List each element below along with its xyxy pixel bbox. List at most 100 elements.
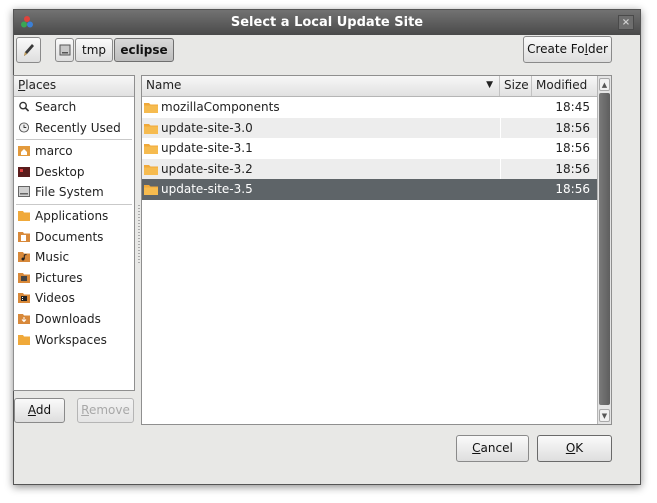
file-row[interactable]: update-site-3.0 18:56: [142, 117, 597, 139]
create-folder-label-post: der: [587, 42, 608, 56]
places-item-label: Desktop: [35, 164, 85, 179]
places-item-file-system[interactable]: File System: [14, 182, 134, 203]
file-name-cell: update-site-3.5: [142, 179, 502, 200]
type-location-toggle-button[interactable]: [16, 37, 41, 63]
places-item-videos[interactable]: Videos: [14, 288, 134, 309]
places-item-recently-used[interactable]: Recently Used: [14, 118, 134, 139]
pane-resize-handle[interactable]: [138, 205, 140, 265]
places-item-label: Workspaces: [35, 332, 107, 347]
path-scroll-left-button[interactable]: [55, 38, 74, 62]
file-rows: mozillaComponents 18:45 update-site-3.0 …: [142, 97, 597, 200]
places-separator: [16, 139, 132, 141]
places-item-label: Applications: [35, 208, 109, 223]
places-sidebar: Places Search Recently Used marco Deskto…: [13, 75, 135, 391]
cancel-label: ancel: [480, 441, 513, 455]
folder-icon: [144, 123, 158, 134]
file-list: Name ▼ Size Modified mozillaComponents 18…: [141, 75, 612, 425]
file-modified: 18:56: [555, 141, 590, 156]
desktop-icon: [18, 166, 30, 177]
folder-icon: [144, 144, 158, 155]
places-separator: [16, 203, 132, 205]
file-name: update-site-3.5: [161, 182, 253, 197]
path-button-eclipse[interactable]: eclipse: [114, 38, 174, 62]
file-modified: 18:56: [555, 182, 590, 197]
places-item-workspaces[interactable]: Workspaces: [14, 330, 134, 351]
search-icon: [19, 101, 30, 112]
places-item-search[interactable]: Search: [14, 97, 134, 118]
file-name-cell: update-site-3.2: [142, 159, 502, 180]
title-bar[interactable]: Select a Local Update Site ×: [14, 10, 640, 35]
file-list-scrollbar[interactable]: ▲ ▼: [597, 76, 611, 424]
file-name-cell: mozillaComponents: [142, 97, 502, 118]
places-item-label: marco: [35, 144, 73, 159]
documents-folder-icon: [18, 231, 30, 242]
file-row[interactable]: update-site-3.2 18:56: [142, 158, 597, 180]
column-header-name[interactable]: Name ▼: [142, 76, 500, 96]
pencil-icon: [23, 44, 34, 56]
file-row[interactable]: update-site-3.1 18:56: [142, 138, 597, 159]
path-button-tmp[interactable]: tmp: [75, 38, 113, 62]
videos-folder-icon: [18, 293, 30, 304]
scroll-down-button[interactable]: ▼: [599, 409, 610, 422]
column-divider: [500, 158, 501, 180]
drive-icon: [59, 44, 70, 56]
ok-mnemonic: O: [565, 441, 576, 455]
file-name: mozillaComponents: [161, 100, 280, 114]
home-folder-icon: [18, 146, 30, 157]
window-title: Select a Local Update Site: [230, 15, 424, 30]
file-modified: 18:45: [555, 100, 590, 114]
places-item-documents[interactable]: Documents: [14, 227, 134, 248]
places-item-desktop[interactable]: Desktop: [14, 162, 134, 183]
clock-icon: [18, 122, 30, 133]
folder-icon: [144, 103, 158, 113]
places-item-label: Pictures: [35, 270, 83, 285]
file-modified: 18:56: [555, 120, 590, 135]
column-divider: [500, 117, 501, 139]
column-divider: [500, 97, 501, 118]
create-folder-button[interactable]: Create Folder: [523, 36, 612, 63]
file-row-selected[interactable]: update-site-3.5 18:56: [142, 179, 597, 200]
file-row[interactable]: mozillaComponents 18:45: [142, 97, 597, 118]
remove-mnemonic: R: [81, 403, 89, 417]
ok-button[interactable]: OK: [537, 435, 612, 462]
add-bookmark-button[interactable]: Add: [14, 398, 65, 423]
places-item-label: File System: [35, 185, 104, 200]
places-item-label: Downloads: [35, 311, 101, 326]
places-item-applications[interactable]: Applications: [14, 206, 134, 227]
file-modified: 18:56: [555, 161, 590, 176]
sort-chevron-down-icon: ▼: [486, 80, 493, 90]
add-mnemonic: A: [27, 403, 36, 417]
folder-icon: [18, 334, 30, 345]
places-item-label: Documents: [35, 229, 104, 244]
file-name-cell: update-site-3.0: [142, 118, 502, 139]
folder-icon: [144, 164, 158, 175]
create-folder-label-pre: Create Fo: [527, 42, 585, 56]
add-label: dd: [35, 403, 52, 417]
places-header-label: laces: [25, 78, 57, 92]
remove-label: emove: [88, 403, 130, 417]
places-item-label: Music: [35, 250, 70, 265]
folder-icon: [18, 210, 30, 221]
app-icon: [21, 16, 33, 28]
places-item-pictures[interactable]: Pictures: [14, 268, 134, 289]
pictures-folder-icon: [18, 272, 30, 283]
close-button[interactable]: ×: [618, 15, 634, 30]
scroll-up-button[interactable]: ▲: [599, 78, 610, 91]
places-item-music[interactable]: Music: [14, 247, 134, 268]
column-divider: [500, 138, 501, 159]
column-header-modified[interactable]: Modified: [532, 76, 597, 96]
places-header[interactable]: Places: [14, 76, 134, 97]
column-header-size[interactable]: Size: [500, 76, 532, 96]
places-item-downloads[interactable]: Downloads: [14, 309, 134, 330]
music-folder-icon: [18, 252, 30, 263]
chevron-down-icon: ▼: [601, 412, 608, 420]
file-list-header: Name ▼ Size Modified: [142, 76, 597, 97]
downloads-folder-icon: [18, 313, 30, 324]
scrollbar-thumb[interactable]: [599, 93, 610, 405]
file-name-cell: update-site-3.1: [142, 138, 502, 159]
close-icon: ×: [621, 17, 631, 28]
chevron-up-icon: ▲: [601, 81, 608, 89]
places-item-marco[interactable]: marco: [14, 141, 134, 162]
places-item-label: Videos: [35, 291, 75, 306]
cancel-button[interactable]: Cancel: [456, 435, 529, 462]
